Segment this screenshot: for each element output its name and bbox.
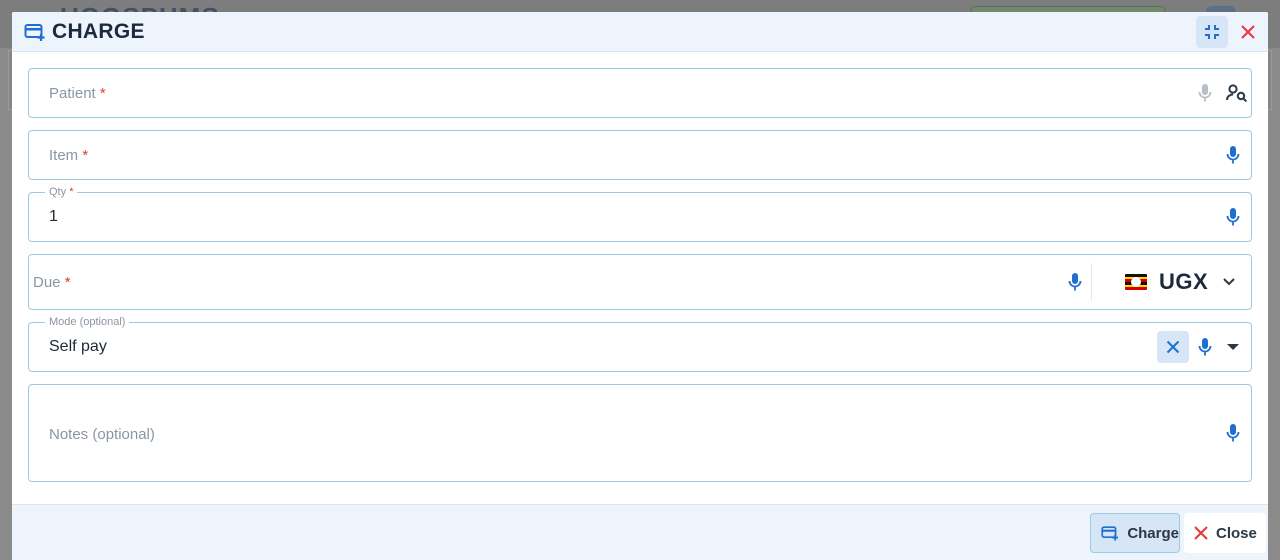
notes-field[interactable]: Notes (optional)	[28, 384, 1252, 482]
dialog-title: CHARGE	[52, 20, 145, 43]
charge-button[interactable]: Charge	[1090, 513, 1180, 553]
dialog-footer: Charge Close	[12, 504, 1268, 560]
field-divider	[1091, 263, 1092, 301]
qty-value: 1	[49, 208, 58, 225]
close-icon	[1241, 25, 1255, 39]
collapse-icon	[1205, 25, 1219, 39]
microphone-icon[interactable]	[1195, 336, 1215, 358]
close-icon	[1194, 526, 1208, 540]
card-plus-icon	[1101, 526, 1119, 541]
person-search-icon[interactable]	[1225, 82, 1249, 104]
dropdown-arrow-icon[interactable]	[1223, 337, 1243, 357]
microphone-icon[interactable]	[1065, 271, 1085, 293]
close-button[interactable]: Close	[1184, 513, 1266, 553]
card-plus-icon	[24, 22, 46, 42]
qty-field[interactable]: Qty * 1	[28, 186, 1252, 242]
mode-field[interactable]: Mode (optional) Self pay	[28, 316, 1252, 372]
mode-value: Self pay	[49, 338, 107, 355]
microphone-icon[interactable]	[1223, 144, 1243, 166]
due-field[interactable]: Due * UGX	[28, 254, 1252, 310]
patient-field[interactable]: Patient *	[28, 68, 1252, 118]
microphone-icon[interactable]	[1195, 82, 1215, 104]
item-field[interactable]: Item *	[28, 130, 1252, 180]
patient-placeholder: Patient *	[49, 85, 106, 102]
clear-icon	[1166, 340, 1180, 354]
close-button-label: Close	[1216, 524, 1257, 542]
item-placeholder: Item *	[49, 147, 89, 164]
currency-code: UGX	[1159, 269, 1209, 294]
dialog-header: CHARGE	[12, 12, 1268, 52]
collapse-button[interactable]	[1196, 16, 1228, 48]
currency-select[interactable]: UGX	[1125, 255, 1236, 309]
qty-label: Qty *	[45, 186, 78, 198]
notes-placeholder: Notes (optional)	[49, 426, 155, 443]
uganda-flag-icon	[1125, 274, 1147, 290]
mode-label: Mode (optional)	[45, 316, 130, 328]
microphone-icon[interactable]	[1223, 206, 1243, 228]
charge-button-label: Charge	[1127, 524, 1179, 542]
due-placeholder: Due *	[33, 274, 71, 291]
close-dialog-button[interactable]	[1232, 16, 1264, 48]
charge-dialog: CHARGE Patient * Item * Qty * 1 Due * UG…	[12, 12, 1268, 560]
chevron-down-icon	[1223, 278, 1235, 286]
clear-button[interactable]	[1157, 331, 1189, 363]
microphone-icon[interactable]	[1223, 422, 1243, 444]
